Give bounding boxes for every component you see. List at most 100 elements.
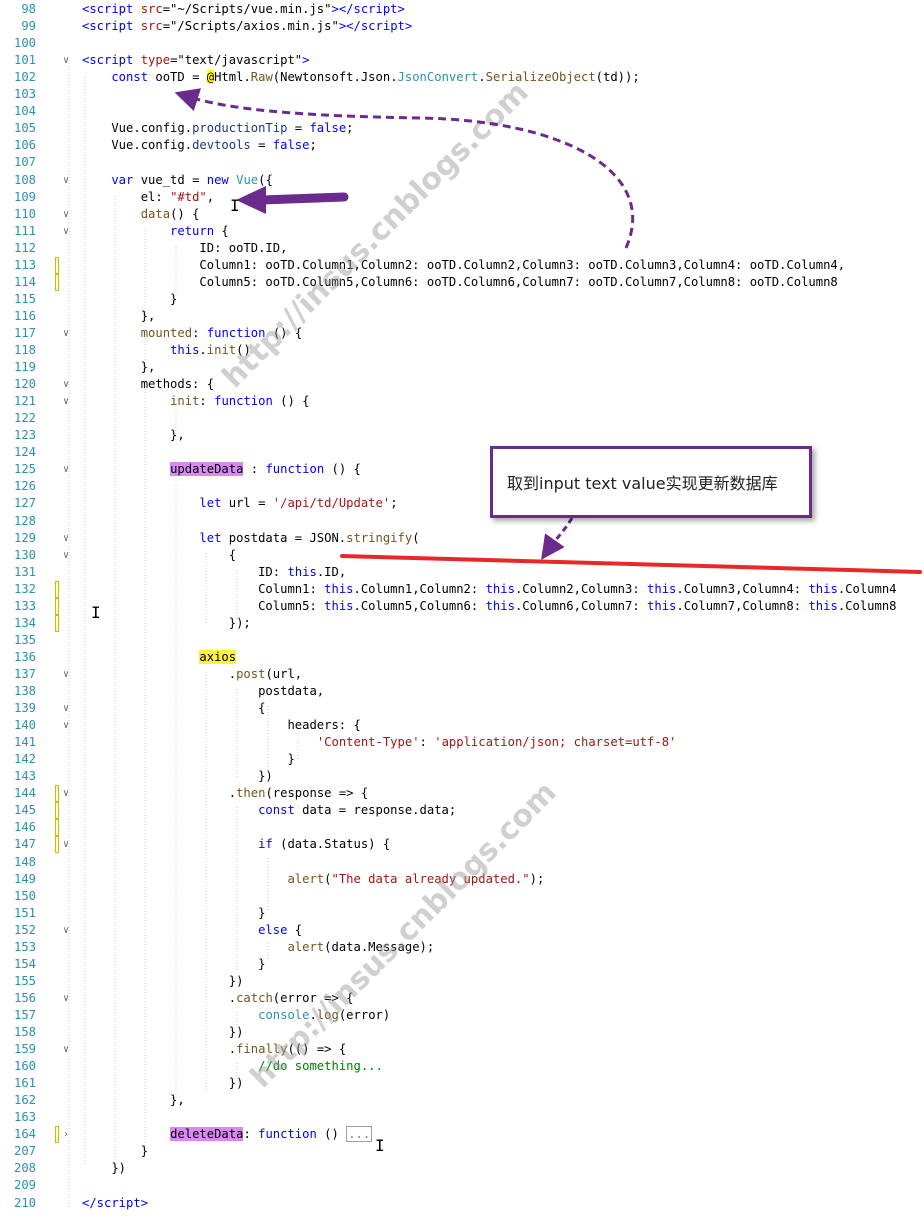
code-editor[interactable]: 98 <script src="~/Scripts/vue.min.js"></s… <box>0 0 924 1220</box>
code-line[interactable]: 114 Column5: ooTD.Column5,Column6: ooTD.… <box>0 273 924 291</box>
code-line[interactable]: 150 <box>0 888 924 905</box>
code-line[interactable]: 119 }, <box>0 359 924 376</box>
collapsed-region-button[interactable]: ... <box>346 1126 373 1143</box>
code-line[interactable]: 132 Column1: this.Column1,Column2: this.… <box>0 580 924 598</box>
code-line[interactable]: 137 ∨ .post(url, <box>0 666 924 683</box>
code-line[interactable]: 103 <box>0 86 924 103</box>
collapse-icon[interactable]: ∨ <box>60 52 72 69</box>
code-text: else { <box>82 922 302 939</box>
code-line[interactable]: 160 //do something... <box>0 1058 924 1075</box>
code-line[interactable]: 123 }, <box>0 427 924 444</box>
code-line[interactable]: 110 ∨ data() { <box>0 206 924 223</box>
line-number: 154 <box>13 956 36 971</box>
code-line[interactable]: 207 } <box>0 1143 924 1160</box>
code-line[interactable]: 163 <box>0 1109 924 1126</box>
code-line[interactable]: 159 ∨ .finally(() => { <box>0 1041 924 1058</box>
code-line[interactable]: 161 }) <box>0 1075 924 1092</box>
code-line[interactable]: 153 alert(data.Message); <box>0 939 924 956</box>
collapse-icon[interactable]: ∨ <box>60 393 72 410</box>
code-line[interactable]: 152 ∨ else { <box>0 922 924 939</box>
code-line[interactable]: 108 ∨ var vue_td = new Vue({ <box>0 172 924 189</box>
code-line[interactable]: 102 const ooTD = @Html.Raw(Newtonsoft.Js… <box>0 69 924 86</box>
code-line[interactable]: 208 }) <box>0 1160 924 1177</box>
code-line[interactable]: 149 alert("The data already updated."); <box>0 871 924 888</box>
code-line[interactable]: 106 Vue.config.devtools = false; <box>0 137 924 154</box>
collapse-icon[interactable]: ∨ <box>60 836 72 853</box>
code-token: .Column2,Column3: <box>514 581 648 596</box>
code-line[interactable]: 98 <script src="~/Scripts/vue.min.js"></s… <box>0 1 924 18</box>
code-line[interactable]: 121 ∨ init: function () { <box>0 393 924 410</box>
collapse-icon[interactable]: ∨ <box>60 990 72 1007</box>
code-line[interactable]: 154 } <box>0 956 924 973</box>
code-line[interactable]: 162 }, <box>0 1092 924 1109</box>
code-line[interactable]: 136 axios <box>0 649 924 666</box>
code-line[interactable]: 129 ∨ let postdata = JSON.stringify( <box>0 530 924 547</box>
code-line[interactable]: 146 <box>0 819 924 837</box>
code-line[interactable]: 135 <box>0 632 924 649</box>
collapse-icon[interactable]: ∨ <box>60 325 72 342</box>
code-line[interactable]: 109 el: "#td", <box>0 189 924 206</box>
code-token: this <box>647 598 677 613</box>
code-line[interactable]: 112 ID: ooTD.ID, <box>0 240 924 257</box>
code-line[interactable]: 101 ∨ <script type="text/javascript"> <box>0 52 924 69</box>
collapse-icon[interactable]: ∨ <box>60 530 72 547</box>
code-line[interactable]: 156 ∨ .catch(error => { <box>0 990 924 1007</box>
code-line[interactable]: 99 <script src="/Scripts/axios.min.js"></… <box>0 18 924 35</box>
code-line[interactable]: 142 } <box>0 751 924 768</box>
code-line[interactable]: 118 this.init() <box>0 342 924 359</box>
collapse-icon[interactable]: ∨ <box>60 172 72 189</box>
code-line[interactable]: 122 <box>0 410 924 427</box>
line-number: 162 <box>13 1093 36 1108</box>
code-line[interactable]: 133 Column5: this.Column5,Column6: this.… <box>0 597 924 615</box>
code-line[interactable]: 148 <box>0 854 924 871</box>
collapse-icon[interactable]: ∨ <box>60 223 72 240</box>
code-token: (data.Status) { <box>280 837 391 852</box>
code-line[interactable]: 209 <box>0 1177 924 1194</box>
code-token: }, <box>82 308 156 323</box>
code-line[interactable]: 116 }, <box>0 308 924 325</box>
code-line[interactable]: 145 const data = response.data; <box>0 802 924 820</box>
code-text: data() { <box>82 206 200 223</box>
code-line[interactable]: 157 console.log(error) <box>0 1007 924 1024</box>
collapse-icon[interactable]: ∨ <box>60 666 72 683</box>
code-line[interactable]: 100 <box>0 35 924 52</box>
code-line[interactable]: 120 ∨ methods: { <box>0 376 924 393</box>
code-line[interactable]: 104 <box>0 103 924 120</box>
collapse-icon[interactable]: ∨ <box>60 700 72 717</box>
code-line[interactable]: 105 Vue.config.productionTip = false; <box>0 120 924 137</box>
expand-icon[interactable]: › <box>60 1126 72 1143</box>
code-line[interactable]: 139 ∨ { <box>0 700 924 717</box>
code-line[interactable]: 151 } <box>0 905 924 922</box>
code-line[interactable]: 141 'Content-Type': 'application/json; c… <box>0 734 924 751</box>
code-line[interactable]: 164 › deleteData: function () ... <box>0 1126 924 1144</box>
line-number: 131 <box>13 564 36 579</box>
code-line[interactable]: 134 }); <box>0 614 924 632</box>
code-line[interactable]: 140 ∨ headers: { <box>0 717 924 734</box>
collapse-icon[interactable]: ∨ <box>60 376 72 393</box>
collapse-icon[interactable]: ∨ <box>60 547 72 564</box>
code-line[interactable]: 147 ∨ if (data.Status) { <box>0 836 924 854</box>
code-token: () { <box>280 394 310 409</box>
code-line[interactable]: 158 }) <box>0 1024 924 1041</box>
code-text: }, <box>82 308 156 325</box>
code-line[interactable]: 155 }) <box>0 973 924 990</box>
code-line[interactable]: 113 Column1: ooTD.Column1,Column2: ooTD.… <box>0 256 924 274</box>
code-line[interactable]: 144 ∨ .then(response => { <box>0 785 924 803</box>
code-line[interactable]: 107 <box>0 154 924 171</box>
code-line[interactable]: 131 ID: this.ID, <box>0 564 924 581</box>
collapse-icon[interactable]: ∨ <box>60 922 72 939</box>
collapse-icon[interactable]: ∨ <box>60 1041 72 1058</box>
code-line[interactable]: 130 ∨ { <box>0 547 924 564</box>
collapse-icon[interactable]: ∨ <box>60 785 72 802</box>
code-line[interactable]: 117 ∨ mounted: function () { <box>0 325 924 342</box>
collapse-icon[interactable]: ∨ <box>60 206 72 223</box>
code-line[interactable]: 111 ∨ return { <box>0 223 924 240</box>
code-line[interactable]: 138 postdata, <box>0 683 924 700</box>
code-line[interactable]: 115 } <box>0 291 924 308</box>
code-line[interactable]: 210 </script> <box>0 1195 924 1212</box>
code-line[interactable]: 143 }) <box>0 768 924 785</box>
collapse-icon[interactable]: ∨ <box>60 461 72 478</box>
collapse-icon[interactable]: ∨ <box>60 717 72 734</box>
